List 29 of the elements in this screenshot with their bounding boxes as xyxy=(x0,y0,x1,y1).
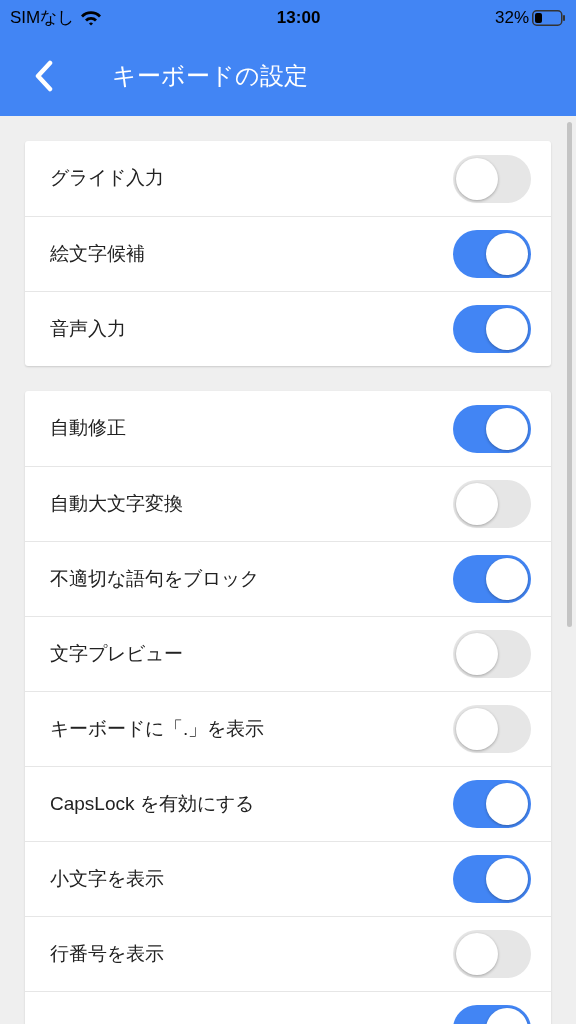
wifi-icon xyxy=(80,10,103,26)
toggle-switch[interactable] xyxy=(453,154,531,203)
toggle-switch[interactable] xyxy=(453,780,531,828)
setting-label: キーボードに「.」を表示 xyxy=(50,716,265,741)
toggle-switch[interactable] xyxy=(453,855,531,903)
toggle-switch[interactable] xyxy=(453,930,531,978)
toggle-switch[interactable] xyxy=(453,555,531,603)
setting-label: 行番号を表示 xyxy=(50,941,164,966)
back-icon xyxy=(34,60,54,92)
toggle-switch[interactable] xyxy=(453,630,531,678)
toggle-switch[interactable] xyxy=(453,305,531,353)
setting-label: 絵文字候補 xyxy=(50,241,145,266)
setting-label: 自動修正 xyxy=(50,416,126,441)
setting-label: グライド入力 xyxy=(50,166,164,191)
setting-label: 自動大文字変換 xyxy=(50,491,183,516)
setting-label: 不適切な語句をブロック xyxy=(50,566,259,591)
clock: 13:00 xyxy=(276,7,321,30)
battery-icon xyxy=(532,10,566,26)
toggle-switch[interactable] xyxy=(453,705,531,753)
setting-label: 文字プレビュー xyxy=(50,641,183,666)
setting-label: 小文字を表示 xyxy=(50,866,164,891)
page-title: キーボードの設定 xyxy=(112,61,308,91)
toggle-switch[interactable] xyxy=(453,404,531,453)
toggle-switch[interactable] xyxy=(453,230,531,278)
battery-percent: 32% xyxy=(494,7,529,30)
toggle-switch[interactable] xyxy=(453,480,531,528)
carrier-label: SIMなし xyxy=(10,7,75,30)
setting-label: CapsLock を有効にする xyxy=(50,791,254,816)
setting-label: 音声入力 xyxy=(50,316,126,341)
